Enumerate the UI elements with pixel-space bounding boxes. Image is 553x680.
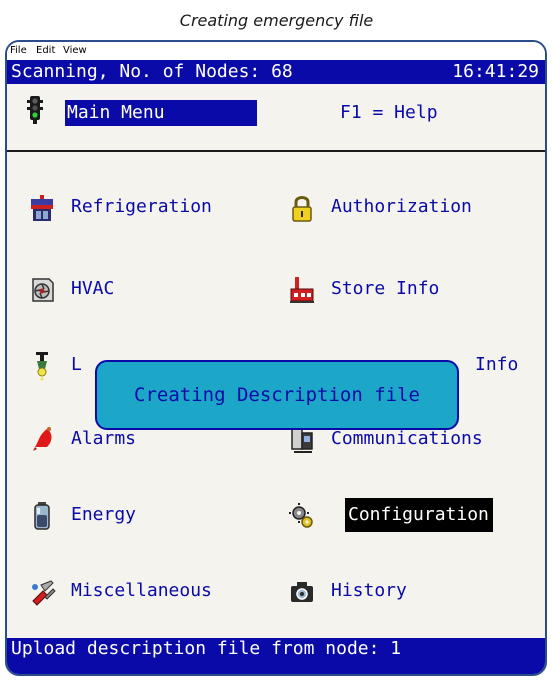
menu-file[interactable]: File	[8, 42, 29, 60]
gears-icon	[289, 503, 313, 528]
main-menu-title[interactable]: Main Menu	[65, 100, 257, 126]
menu-item-label: Store Info	[331, 278, 440, 299]
terminal-screen: Main Menu F1 = Help Refrigeration HVAC L…	[7, 84, 545, 638]
menu-view[interactable]: View	[61, 42, 89, 60]
menu-item-history[interactable]: History	[287, 574, 487, 608]
menu-item-label: Refrigeration	[71, 196, 212, 217]
menu-item-miscellaneous[interactable]: Miscellaneous	[27, 574, 267, 608]
bottom-status-bar: Upload description file from node: 1	[7, 638, 545, 674]
menu-item-label: Configuration	[345, 498, 493, 532]
menu-item-label: Authorization	[331, 196, 472, 217]
menu-item-configuration[interactable]: Configuration	[287, 498, 537, 532]
store-building-icon	[290, 277, 314, 303]
main-menu-header: Main Menu F1 = Help	[7, 84, 545, 154]
top-status-bar: Scanning, No. of Nodes: 68 16:41:29	[7, 60, 545, 84]
menu-item-hvac[interactable]: HVAC	[27, 272, 167, 306]
refrigeration-unit-icon	[31, 195, 53, 221]
menu-item-label: L	[71, 354, 82, 375]
menu-edit[interactable]: Edit	[34, 42, 57, 60]
dialog-message: Creating Description file	[134, 384, 420, 406]
menu-item-energy[interactable]: Energy	[27, 498, 187, 532]
app-window: File Edit View Scanning, No. of Nodes: 6…	[5, 40, 547, 676]
header-divider	[7, 150, 545, 152]
clock: 16:41:29	[452, 61, 539, 82]
menu-item-label: HVAC	[71, 278, 115, 299]
menu-bar: File Edit View	[7, 42, 545, 60]
light-bulb-icon	[36, 352, 48, 381]
menu-item-label: Miscellaneous	[71, 580, 212, 601]
help-hint: F1 = Help	[340, 102, 438, 123]
progress-dialog: Creating Description file	[95, 360, 459, 430]
tools-icon	[32, 580, 56, 606]
traffic-light-icon	[27, 96, 43, 124]
fan-icon	[32, 278, 54, 302]
figure-caption: Creating emergency file	[179, 11, 374, 30]
menu-item-authorization[interactable]: Authorization	[287, 190, 527, 224]
battery-icon	[34, 502, 50, 530]
menu-item-label: Info	[475, 354, 519, 375]
menu-item-refrigeration[interactable]: Refrigeration	[27, 190, 267, 224]
menu-item-label: Energy	[71, 504, 137, 525]
menu-item-store-info[interactable]: Store Info	[287, 272, 487, 306]
padlock-icon	[292, 196, 312, 222]
scan-status: Scanning, No. of Nodes: 68	[11, 61, 293, 82]
camera-icon	[291, 582, 313, 602]
alarm-bell-icon	[33, 427, 52, 451]
status-message: Upload description file from node: 1	[11, 638, 402, 659]
menu-item-label: History	[331, 580, 407, 601]
